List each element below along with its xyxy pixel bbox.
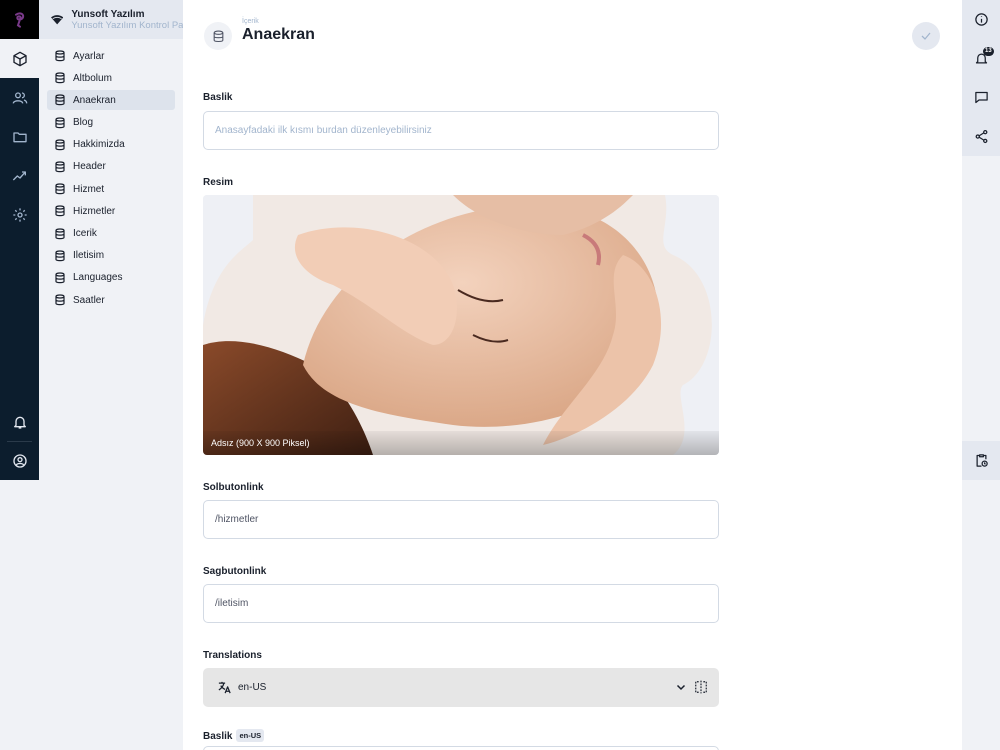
collection-item-hizmetler[interactable]: Hizmetler bbox=[47, 201, 175, 221]
wifi-icon bbox=[51, 14, 64, 24]
collection-item-label: Anaekran bbox=[73, 94, 116, 106]
revisions-button[interactable]: 13 bbox=[962, 39, 1000, 78]
split-view-icon[interactable] bbox=[694, 680, 708, 694]
module-settings[interactable] bbox=[0, 195, 39, 234]
account-icon bbox=[12, 453, 27, 468]
baslik-input[interactable]: Anasayfadaki ilk kısmı burdan düzenleyeb… bbox=[203, 111, 719, 150]
clipboard-clock-icon bbox=[976, 454, 988, 467]
sagbutonlink-input[interactable]: /iletisim bbox=[203, 584, 719, 623]
collection-item-header[interactable]: Header bbox=[47, 157, 175, 177]
info-button[interactable] bbox=[962, 0, 1000, 39]
baslik-label: Baslik bbox=[203, 92, 233, 103]
translations-language-select[interactable]: en-US bbox=[203, 668, 719, 707]
logo-icon bbox=[14, 11, 24, 28]
module-files[interactable] bbox=[0, 117, 39, 156]
database-icon bbox=[55, 294, 65, 306]
collection-item-label: Hizmetler bbox=[73, 205, 116, 217]
box-icon bbox=[12, 51, 27, 66]
collection-item-blog[interactable]: Blog bbox=[47, 113, 175, 133]
settings-icon bbox=[12, 207, 27, 222]
check-icon bbox=[921, 32, 931, 40]
collection-item-anaekran[interactable]: Anaekran bbox=[47, 90, 175, 111]
collection-item-label: Saatler bbox=[73, 294, 105, 306]
module-bar bbox=[0, 0, 39, 480]
shortcuts-button[interactable] bbox=[962, 441, 1000, 480]
collection-item-altbolum[interactable]: Altbolum bbox=[47, 68, 175, 88]
sagbutonlink-label: Sagbutonlink bbox=[203, 566, 267, 577]
collection-item-label: Blog bbox=[73, 117, 94, 129]
database-icon bbox=[55, 205, 65, 217]
page-title: Anaekran bbox=[242, 26, 315, 43]
database-icon bbox=[213, 30, 223, 42]
collection-item-label: Icerik bbox=[73, 228, 97, 239]
language-badge: en-US bbox=[236, 729, 265, 742]
database-icon bbox=[55, 116, 65, 128]
info-icon bbox=[974, 13, 988, 26]
module-insights[interactable] bbox=[0, 156, 39, 195]
solbutonlink-label: Solbutonlink bbox=[203, 482, 264, 493]
database-icon bbox=[55, 227, 65, 239]
database-icon bbox=[55, 183, 65, 195]
comments-button[interactable] bbox=[962, 78, 1000, 117]
collection-item-saatler[interactable]: Saatler bbox=[47, 290, 175, 310]
breadcrumb[interactable]: İçerik bbox=[242, 18, 259, 25]
database-icon bbox=[55, 139, 65, 150]
collection-item-label: Hizmet bbox=[73, 183, 105, 195]
database-icon bbox=[55, 50, 65, 62]
collection-item-label: Header bbox=[73, 161, 106, 173]
project-title: Yunsoft Yazılım bbox=[71, 8, 145, 20]
spa-photo bbox=[203, 195, 719, 455]
database-icon bbox=[55, 161, 65, 173]
collection-item-icerik[interactable]: Icerik bbox=[47, 224, 175, 244]
collection-item-label: Iletisim bbox=[73, 250, 105, 262]
database-icon bbox=[55, 72, 65, 84]
collection-item-label: Ayarlar bbox=[73, 50, 105, 62]
database-icon bbox=[55, 272, 65, 284]
collection-item-label: Languages bbox=[73, 272, 123, 284]
collection-item-hizmet[interactable]: Hizmet bbox=[47, 179, 175, 199]
solbutonlink-input[interactable]: /hizmetler bbox=[203, 500, 719, 539]
collection-item-label: Altbolum bbox=[73, 72, 112, 84]
database-icon bbox=[55, 250, 65, 261]
chevron-down-icon[interactable] bbox=[675, 681, 687, 693]
collection-item-label: Hakkimizda bbox=[73, 139, 125, 151]
comment-icon bbox=[974, 91, 988, 104]
folder-icon bbox=[12, 131, 27, 142]
project-header[interactable]: Yunsoft Yazılım Yunsoft Yazılım Kontrol … bbox=[39, 0, 183, 39]
project-subtitle: Yunsoft Yazılım Kontrol Paneli bbox=[71, 19, 183, 31]
baslik-translation-label-text: Baslik bbox=[203, 731, 233, 742]
translations-label: Translations bbox=[203, 650, 262, 661]
collection-list: Ayarlar Altbolum Anaekran Blog Hakkimizda Hea… bbox=[39, 39, 183, 310]
save-button[interactable] bbox=[912, 22, 940, 50]
collection-item-languages[interactable]: Languages bbox=[47, 268, 175, 288]
navigation-panel: Yunsoft Yazılım Yunsoft Yazılım Kontrol … bbox=[39, 0, 183, 750]
notifications-button[interactable] bbox=[0, 402, 39, 441]
share-button[interactable] bbox=[962, 117, 1000, 156]
user-menu-button[interactable] bbox=[0, 441, 39, 480]
main-content: İçerik Anaekran Baslik Anasayfadaki ilk … bbox=[183, 0, 962, 750]
right-sidebar: 13 bbox=[962, 0, 1000, 750]
app-logo[interactable] bbox=[0, 0, 39, 39]
collection-item-ayarlar[interactable]: Ayarlar bbox=[47, 46, 175, 66]
database-icon bbox=[55, 94, 65, 106]
image-caption: Adsız (900 X 900 Piksel) bbox=[203, 431, 719, 455]
translate-icon bbox=[218, 681, 231, 694]
resim-image[interactable]: Adsız (900 X 900 Piksel) bbox=[203, 195, 719, 455]
selected-language: en-US bbox=[238, 682, 267, 693]
module-users[interactable] bbox=[0, 78, 39, 117]
baslik-translation-input[interactable] bbox=[203, 746, 719, 750]
bell-icon bbox=[13, 416, 26, 429]
collection-item-hakkimizda[interactable]: Hakkimizda bbox=[47, 135, 175, 155]
notification-count-badge: 13 bbox=[983, 47, 994, 56]
baslik-translation-label: Baslik en-US bbox=[203, 729, 265, 742]
share-icon bbox=[975, 129, 987, 144]
insights-icon bbox=[12, 170, 26, 180]
header-collection-icon bbox=[204, 22, 232, 50]
module-content[interactable] bbox=[0, 39, 39, 78]
collection-item-iletisim[interactable]: Iletisim bbox=[47, 246, 175, 266]
resim-label: Resim bbox=[203, 177, 234, 188]
users-icon bbox=[12, 91, 27, 104]
sidebar-actions: 13 bbox=[962, 0, 1000, 156]
